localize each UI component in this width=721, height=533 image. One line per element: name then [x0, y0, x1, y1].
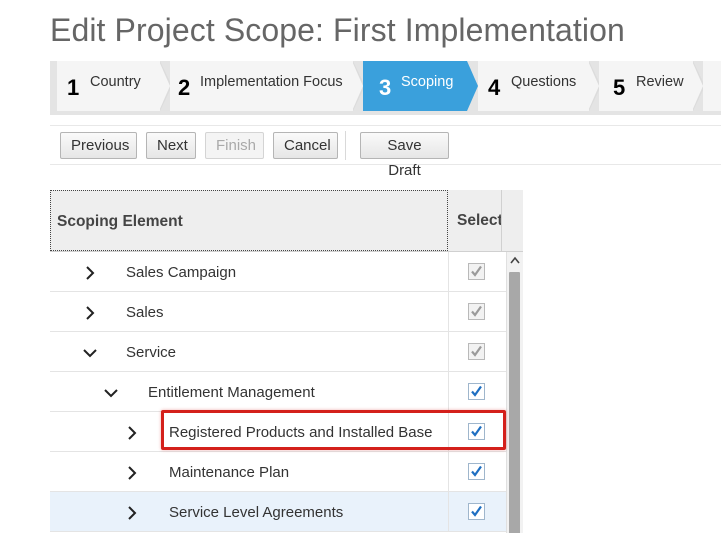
train-step-implementation-focus[interactable]: 2 Implementation Focus: [170, 61, 353, 111]
scrollbar-thumb[interactable]: [509, 272, 520, 533]
train-step-number: 2: [178, 75, 191, 100]
select-checkbox[interactable]: [468, 423, 485, 440]
table-row[interactable]: Service: [50, 332, 506, 372]
page-title: Edit Project Scope: First Implementation: [50, 12, 625, 48]
scoping-table: Scoping Element Select Sales Campaign Sa…: [50, 190, 523, 533]
train-separator-fill: [159, 61, 170, 111]
checkmark-icon: [471, 265, 482, 277]
next-button[interactable]: Next: [146, 132, 196, 159]
train-step-label: Scoping: [401, 74, 454, 90]
table-row[interactable]: Entitlement Management: [50, 372, 506, 412]
wizard-toolbar: Previous Next Finish Cancel Save Draft: [50, 125, 721, 179]
cell-divider: [448, 412, 449, 452]
train-step-country[interactable]: 1 Country: [57, 61, 160, 111]
column-header-select[interactable]: Select: [448, 190, 501, 251]
table-row[interactable]: Sales: [50, 292, 506, 332]
row-label: Service: [126, 344, 177, 361]
train-separator-fill: [352, 61, 363, 111]
row-label: Entitlement Management: [148, 384, 315, 401]
select-checkbox: [468, 303, 485, 320]
select-checkbox: [468, 343, 485, 360]
checkmark-icon: [471, 305, 482, 317]
previous-button[interactable]: Previous: [60, 132, 137, 159]
chevron-right-icon[interactable]: [82, 305, 98, 321]
select-checkbox: [468, 263, 485, 280]
train-step-number: 5: [613, 75, 626, 100]
process-train: 1 Country 2 Implementation Focus 3 Scopi…: [50, 61, 721, 115]
vertical-scrollbar[interactable]: [506, 252, 523, 533]
column-header-label: Scoping Element: [57, 213, 183, 230]
toolbar-separator: [345, 131, 346, 160]
cancel-button[interactable]: Cancel: [273, 132, 338, 159]
train-step-review[interactable]: 5 Review: [599, 61, 693, 111]
chevron-right-icon[interactable]: [124, 505, 140, 521]
row-label: Service Level Agreements: [169, 504, 344, 521]
cell-divider: [448, 492, 449, 532]
row-label: Sales Campaign: [126, 264, 237, 281]
train-step-number: 1: [67, 75, 80, 100]
select-checkbox[interactable]: [468, 383, 485, 400]
table-header: Scoping Element Select: [50, 190, 523, 252]
chevron-down-icon[interactable]: [103, 385, 119, 401]
checkmark-icon: [471, 385, 482, 397]
train-step-scoping[interactable]: 3 Scoping: [363, 61, 467, 111]
checkmark-icon: [471, 465, 482, 477]
cell-divider: [448, 372, 449, 412]
column-header-label: Select: [457, 212, 501, 229]
chevron-right-icon[interactable]: [124, 425, 140, 441]
train-step-number: 3: [379, 75, 392, 100]
row-label: Registered Products and Installed Base: [169, 424, 433, 441]
table-row[interactable]: Registered Products and Installed Base: [50, 412, 506, 452]
chevron-right-icon[interactable]: [124, 465, 140, 481]
train-step-questions[interactable]: 4 Questions: [478, 61, 589, 111]
table-row-selected[interactable]: Service Level Agreements: [50, 492, 506, 532]
train-step-label: Implementation Focus: [200, 74, 343, 90]
train-separator-fill: [692, 61, 703, 111]
train-step-label: Questions: [511, 74, 577, 90]
select-checkbox[interactable]: [468, 463, 485, 480]
save-draft-button[interactable]: Save Draft: [360, 132, 449, 179]
cell-divider: [448, 332, 449, 372]
row-label: Sales: [126, 304, 164, 321]
row-label: Maintenance Plan: [169, 464, 290, 481]
cell-divider: [448, 452, 449, 492]
table-row[interactable]: Maintenance Plan: [50, 452, 506, 492]
chevron-down-icon[interactable]: [82, 345, 98, 361]
checkmark-icon: [471, 425, 482, 437]
chevron-right-icon[interactable]: [82, 265, 98, 281]
column-header-scoping-element[interactable]: Scoping Element: [50, 190, 448, 251]
train-active-arrow: [467, 61, 478, 111]
train-step-next-hidden[interactable]: [703, 61, 721, 111]
select-checkbox[interactable]: [468, 503, 485, 520]
scroll-up-icon[interactable]: [510, 256, 520, 264]
cell-divider: [448, 252, 449, 292]
table-row[interactable]: Sales Campaign: [50, 252, 506, 292]
train-separator-fill: [588, 61, 599, 111]
train-step-number: 4: [488, 75, 501, 100]
cell-divider: [448, 292, 449, 332]
checkmark-icon: [471, 345, 482, 357]
finish-button: Finish: [205, 132, 264, 159]
checkmark-icon: [471, 505, 482, 517]
column-divider: [501, 190, 502, 251]
train-step-label: Review: [636, 74, 684, 90]
train-step-label: Country: [90, 74, 141, 90]
